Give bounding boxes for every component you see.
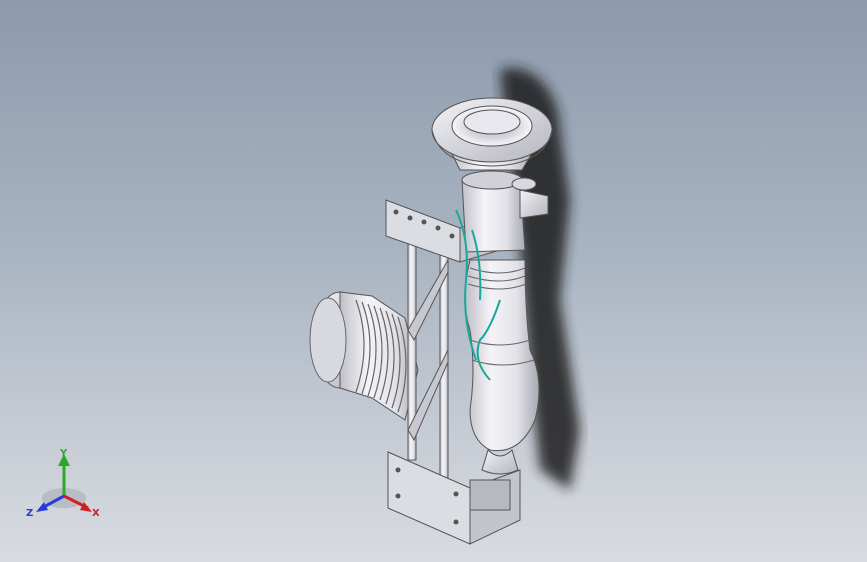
y-axis-label: Y (59, 448, 68, 459)
exhaust-duct (309, 291, 419, 421)
z-axis-label: Z (26, 508, 33, 519)
x-axis-label: X (92, 508, 100, 519)
view-orientation-triad[interactable]: Y X Z (22, 446, 112, 526)
cad-model[interactable] (0, 0, 867, 562)
graphics-viewport[interactable]: Y X Z (0, 0, 867, 562)
